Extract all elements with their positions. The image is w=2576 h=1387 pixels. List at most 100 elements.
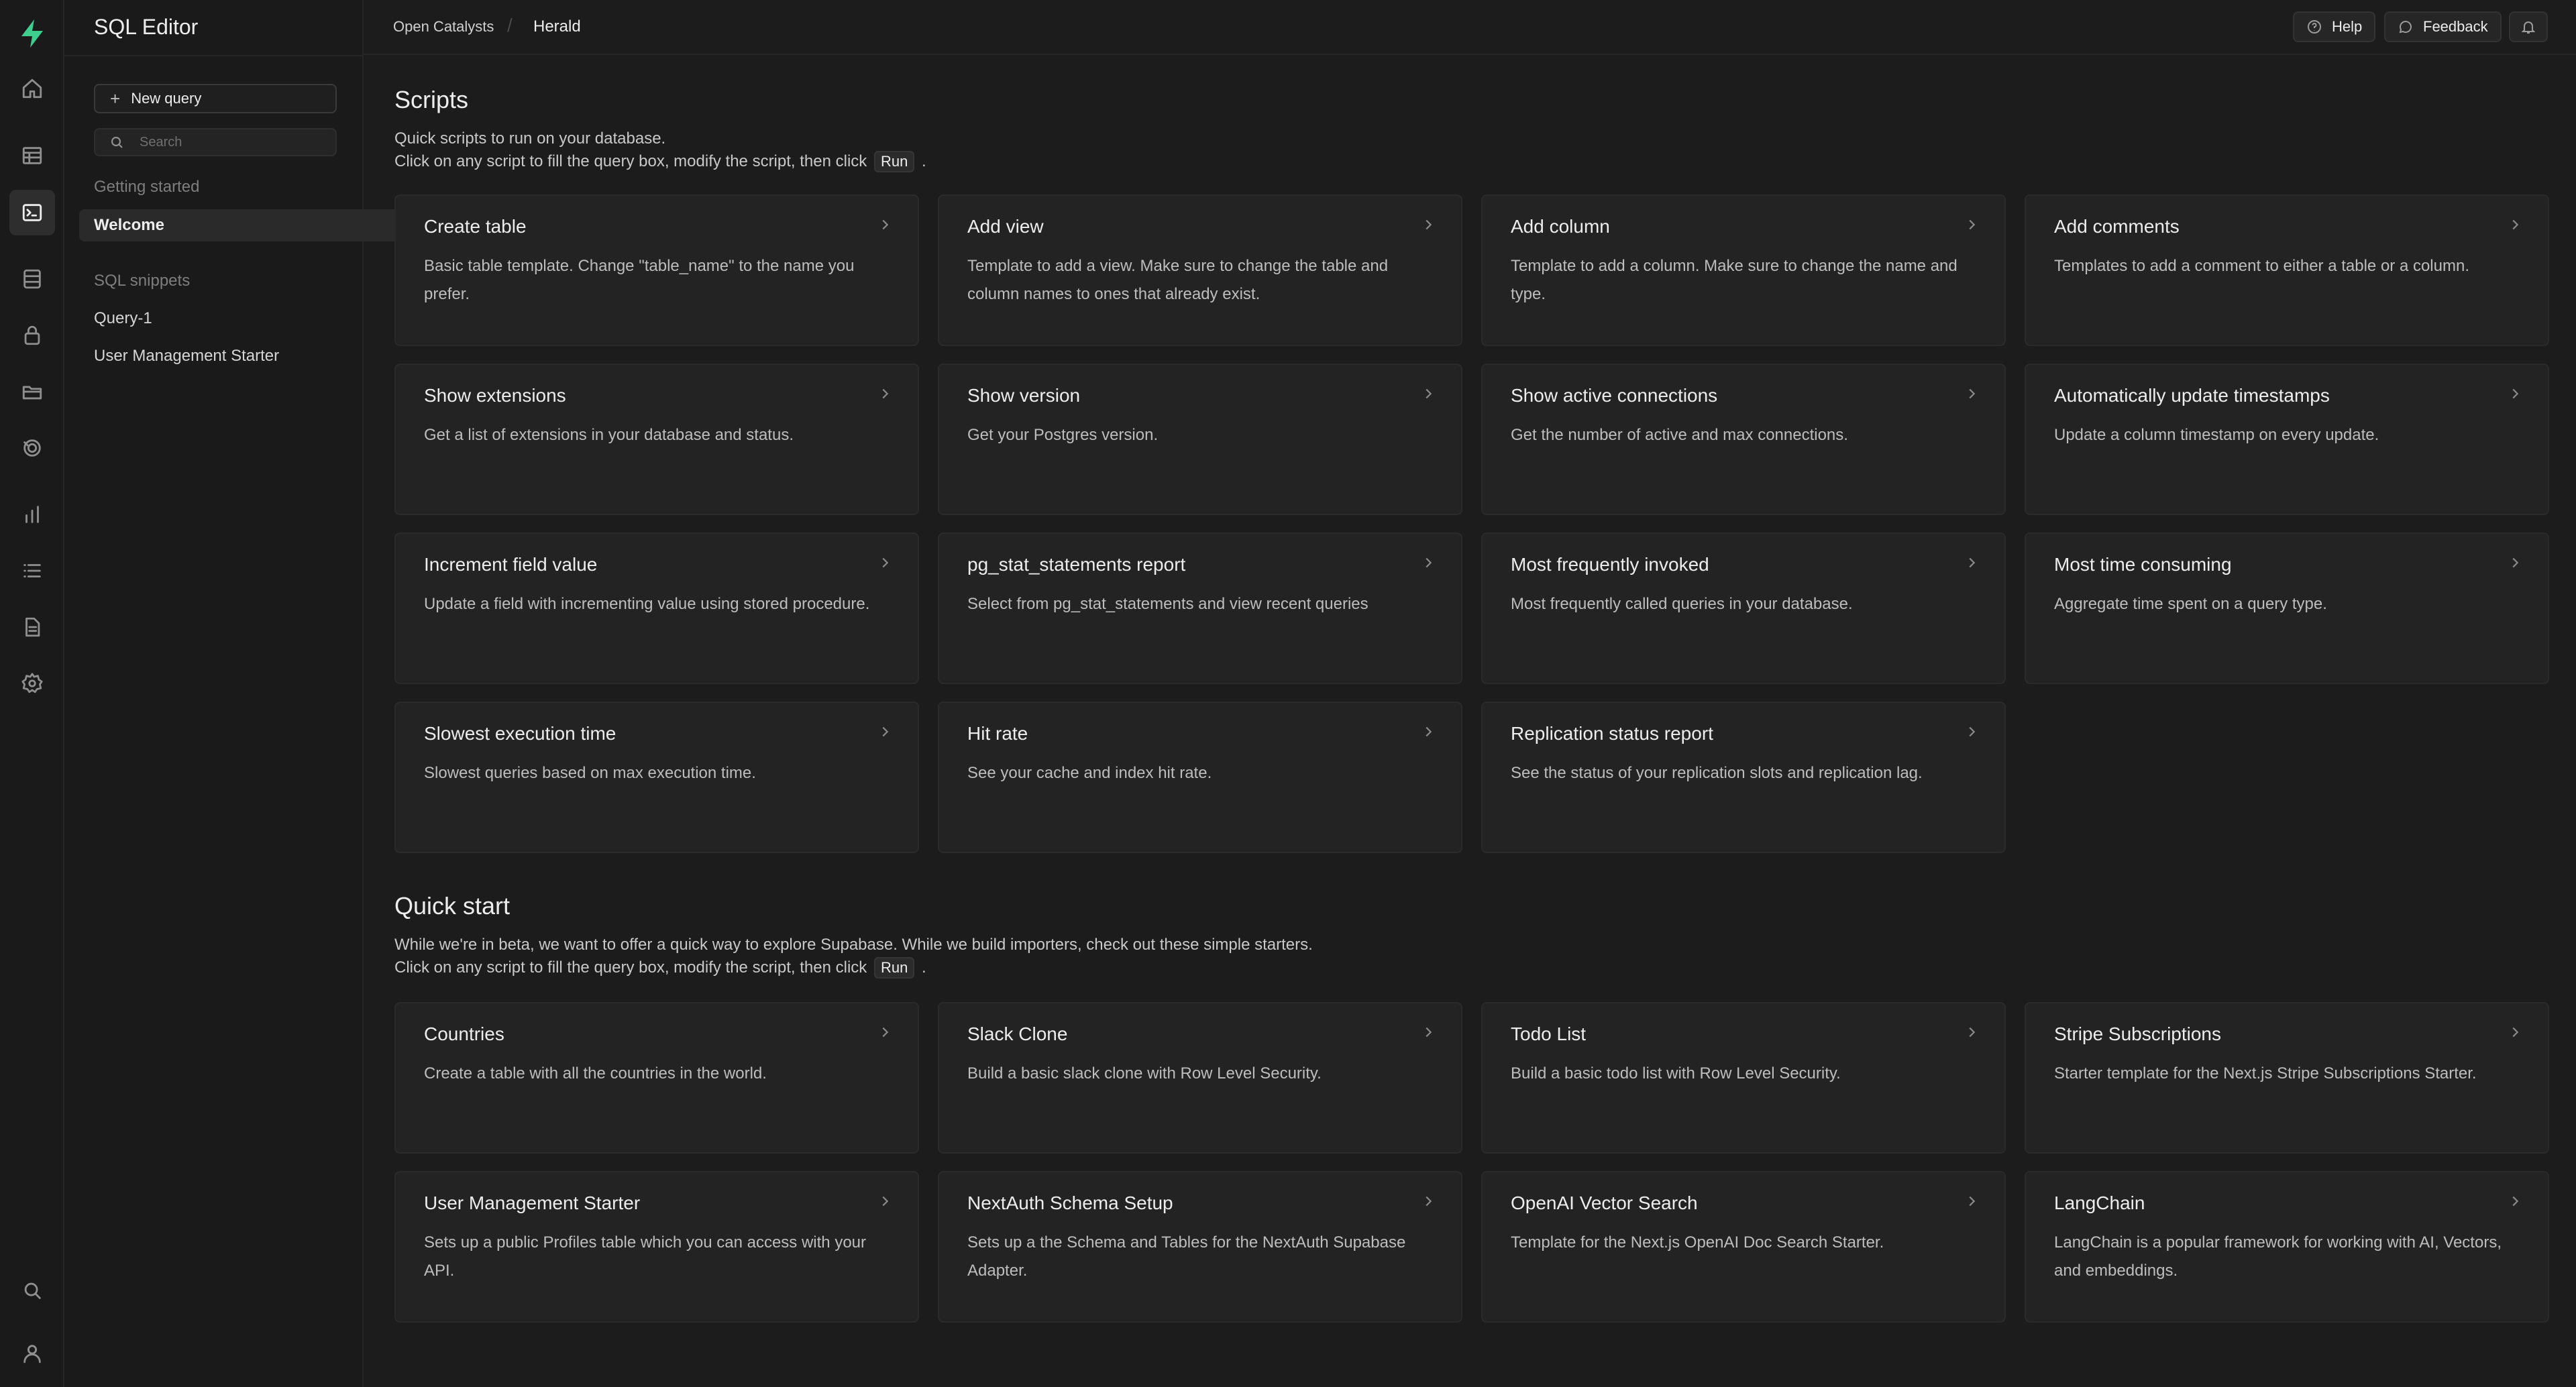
card-title: Show extensions bbox=[424, 385, 566, 406]
card-title: LangChain bbox=[2054, 1192, 2145, 1213]
chevron-right-icon bbox=[2508, 1025, 2522, 1040]
table-editor-icon[interactable] bbox=[9, 133, 55, 178]
quickstart-title: Quick start bbox=[394, 892, 511, 920]
card-title: Show version bbox=[967, 385, 1081, 406]
script-card[interactable]: Show version Get your Postgres version. bbox=[938, 364, 1462, 515]
chevron-right-icon bbox=[1964, 724, 1979, 739]
chevron-right-icon bbox=[1421, 1194, 1436, 1209]
card-description: Sets up a public Profiles table which yo… bbox=[424, 1233, 867, 1280]
script-card[interactable]: Create table Basic table template. Change… bbox=[394, 195, 919, 346]
chevron-right-icon bbox=[1964, 1025, 1979, 1040]
card-description: Get the number of active and max connect… bbox=[1511, 426, 1848, 444]
script-card[interactable]: Slowest execution time Slowest queries ba… bbox=[394, 702, 919, 853]
snippet-item[interactable]: Query-1 bbox=[94, 309, 152, 328]
script-card[interactable]: Show active connections Get the number of… bbox=[1481, 364, 2006, 515]
card-title: OpenAI Vector Search bbox=[1511, 1192, 1698, 1213]
sql-editor-icon[interactable] bbox=[9, 190, 55, 235]
card-title: Replication status report bbox=[1511, 723, 1713, 744]
scripts-desc-text: Click on any script to fill the query bo… bbox=[394, 152, 867, 170]
chevron-right-icon bbox=[2508, 386, 2522, 401]
realtime-icon[interactable] bbox=[9, 425, 55, 471]
search-input[interactable] bbox=[140, 134, 321, 150]
feedback-button[interactable]: Feedback bbox=[2384, 11, 2502, 42]
script-card[interactable]: OpenAI Vector Search Template for the Nex… bbox=[1481, 1171, 2006, 1323]
home-icon[interactable] bbox=[9, 66, 55, 111]
card-title: Slack Clone bbox=[967, 1023, 1068, 1044]
feedback-label: Feedback bbox=[2423, 18, 2488, 35]
database-icon[interactable] bbox=[9, 256, 55, 302]
script-card[interactable]: User Management Starter Sets up a public … bbox=[394, 1171, 919, 1323]
card-title: Increment field value bbox=[424, 554, 598, 575]
script-card[interactable]: Stripe Subscriptions Starter template for… bbox=[2025, 1002, 2549, 1154]
chevron-right-icon bbox=[1421, 1025, 1436, 1040]
card-description: Template to add a column. Make sure to c… bbox=[1511, 257, 1957, 303]
script-card[interactable]: Hit rate See your cache and index hit rat… bbox=[938, 702, 1462, 853]
sidebar-item-label: Welcome bbox=[94, 216, 164, 234]
bell-icon bbox=[2521, 21, 2536, 34]
script-card[interactable]: pg_stat_statements report Select from pg_… bbox=[938, 533, 1462, 684]
chevron-right-icon bbox=[1421, 217, 1436, 232]
chevron-right-icon bbox=[1964, 386, 1979, 401]
quickstart-desc-line2: Click on any script to fill the query bo… bbox=[394, 956, 1313, 979]
card-title: Slowest execution time bbox=[424, 723, 616, 744]
sidebar-search[interactable] bbox=[94, 128, 337, 156]
snippet-item[interactable]: User Management Starter bbox=[94, 347, 279, 366]
script-card[interactable]: Increment field value Update a field with… bbox=[394, 533, 919, 684]
quickstart-desc-line1: While we're in beta, we want to offer a … bbox=[394, 936, 1313, 954]
card-title: Show active connections bbox=[1511, 385, 1718, 406]
breadcrumb-project[interactable]: Herald bbox=[533, 17, 581, 36]
card-title: Hit rate bbox=[967, 723, 1028, 744]
chevron-right-icon bbox=[2508, 217, 2522, 232]
script-card[interactable]: Countries Create a table with all the cou… bbox=[394, 1002, 919, 1154]
scripts-title: Scripts bbox=[394, 86, 469, 113]
card-description: Get your Postgres version. bbox=[967, 426, 1159, 444]
card-description: Starter template for the Next.js Stripe … bbox=[2054, 1064, 2477, 1083]
getting-started-heading: Getting started bbox=[94, 178, 200, 196]
script-card[interactable]: Add view Template to add a view. Make sur… bbox=[938, 195, 1462, 346]
scripts-desc-suffix: . bbox=[922, 152, 926, 170]
feedback-icon bbox=[2399, 21, 2412, 34]
chevron-right-icon bbox=[877, 217, 892, 232]
help-button[interactable]: Help bbox=[2293, 11, 2376, 42]
sidebar-divider bbox=[64, 55, 362, 56]
search-icon bbox=[111, 136, 123, 148]
card-description: Template to add a view. Make sure to cha… bbox=[967, 257, 1389, 303]
card-description: Update a field with incrementing value u… bbox=[424, 595, 870, 613]
supabase-logo-icon[interactable] bbox=[16, 17, 48, 50]
script-card[interactable]: Add comments Templates to add a comment t… bbox=[2025, 195, 2549, 346]
script-card[interactable]: LangChain LangChain is a popular framewor… bbox=[2025, 1171, 2549, 1323]
quickstart-desc-text: Click on any script to fill the query bo… bbox=[394, 958, 867, 977]
card-title: Countries bbox=[424, 1023, 504, 1044]
chevron-right-icon bbox=[1964, 555, 1979, 570]
chevron-right-icon bbox=[1964, 1194, 1979, 1209]
settings-icon[interactable] bbox=[9, 661, 55, 706]
script-card[interactable]: Show extensions Get a list of extensions … bbox=[394, 364, 919, 515]
api-docs-icon[interactable] bbox=[9, 604, 55, 650]
script-card[interactable]: Automatically update timestamps Update a … bbox=[2025, 364, 2549, 515]
script-card[interactable]: Most frequently invoked Most frequently c… bbox=[1481, 533, 2006, 684]
sql-editor-sidebar: SQL Editor + New query Getting started W… bbox=[64, 0, 416, 1387]
card-description: Build a basic slack clone with Row Level… bbox=[967, 1064, 1322, 1083]
script-card[interactable]: Slack Clone Build a basic slack clone wit… bbox=[938, 1002, 1462, 1154]
icon-rail bbox=[0, 0, 64, 1387]
storage-icon[interactable] bbox=[9, 369, 55, 414]
breadcrumb-organization[interactable]: Open Catalysts bbox=[393, 18, 494, 36]
new-query-button[interactable]: + New query bbox=[94, 84, 337, 113]
main-content: Scripts Quick scripts to run on your dat… bbox=[364, 56, 2576, 1387]
script-card[interactable]: Todo List Build a basic todo list with Ro… bbox=[1481, 1002, 2006, 1154]
script-card[interactable]: Add column Template to add a column. Make… bbox=[1481, 195, 2006, 346]
card-title: Create table bbox=[424, 216, 527, 237]
script-card[interactable]: Most time consuming Aggregate time spent … bbox=[2025, 533, 2549, 684]
auth-icon[interactable] bbox=[9, 313, 55, 358]
notifications-button[interactable] bbox=[2509, 11, 2548, 42]
reports-icon[interactable] bbox=[9, 492, 55, 537]
script-card[interactable]: NextAuth Schema Setup Sets up a the Schem… bbox=[938, 1171, 1462, 1323]
logs-icon[interactable] bbox=[9, 548, 55, 594]
sidebar-title: SQL Editor bbox=[94, 15, 199, 39]
card-description: Get a list of extensions in your databas… bbox=[424, 426, 794, 444]
user-icon[interactable] bbox=[9, 1331, 55, 1376]
card-description: Build a basic todo list with Row Level S… bbox=[1511, 1064, 1841, 1083]
card-description: Create a table with all the countries in… bbox=[424, 1064, 767, 1083]
search-icon[interactable] bbox=[9, 1268, 55, 1313]
script-card[interactable]: Replication status report See the status … bbox=[1481, 702, 2006, 853]
